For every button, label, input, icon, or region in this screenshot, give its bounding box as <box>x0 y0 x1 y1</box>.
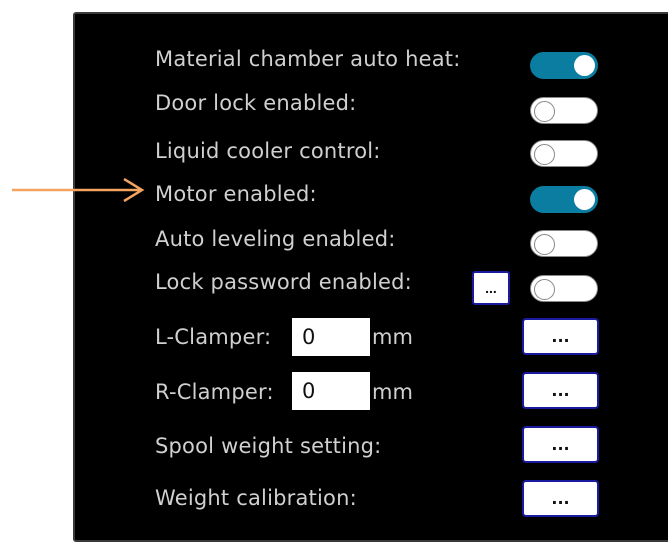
toggle-motor-enabled[interactable] <box>530 186 598 213</box>
r-clamper-unit: mm <box>372 380 413 404</box>
label-liquid-cooler-control: Liquid cooler control: <box>155 139 381 163</box>
l-clamper-input[interactable] <box>292 318 370 356</box>
label-r-clamper: R-Clamper: <box>155 380 274 404</box>
toggle-lock-password-enabled[interactable] <box>530 275 598 302</box>
toggle-knob <box>534 144 555 165</box>
toggle-material-chamber-auto-heat[interactable] <box>530 52 598 79</box>
spool-weight-button[interactable]: ... <box>522 426 599 463</box>
toggle-knob <box>534 101 555 122</box>
toggle-auto-leveling-enabled[interactable] <box>530 230 598 257</box>
label-auto-leveling-enabled: Auto leveling enabled: <box>155 227 396 251</box>
toggle-knob <box>574 189 595 210</box>
r-clamper-button[interactable]: ... <box>522 372 599 409</box>
l-clamper-button[interactable]: ... <box>522 318 599 355</box>
label-material-chamber-auto-heat: Material chamber auto heat: <box>155 47 461 71</box>
toggle-knob <box>534 279 555 300</box>
label-l-clamper: L-Clamper: <box>155 325 272 349</box>
toggle-door-lock-enabled[interactable] <box>530 97 598 124</box>
label-spool-weight-setting: Spool weight setting: <box>155 434 382 458</box>
toggle-liquid-cooler-control[interactable] <box>530 140 598 167</box>
arrow-right-icon <box>12 178 145 203</box>
label-weight-calibration: Weight calibration: <box>155 486 357 510</box>
l-clamper-unit: mm <box>372 325 413 349</box>
toggle-knob <box>574 55 595 76</box>
toggle-knob <box>534 234 555 255</box>
weight-calibration-button[interactable]: ... <box>522 480 599 517</box>
label-motor-enabled: Motor enabled: <box>155 182 317 206</box>
label-door-lock-enabled: Door lock enabled: <box>155 91 357 115</box>
lock-password-settings-button[interactable]: ... <box>472 271 510 305</box>
label-lock-password-enabled: Lock password enabled: <box>155 270 412 294</box>
r-clamper-input[interactable] <box>292 372 370 410</box>
